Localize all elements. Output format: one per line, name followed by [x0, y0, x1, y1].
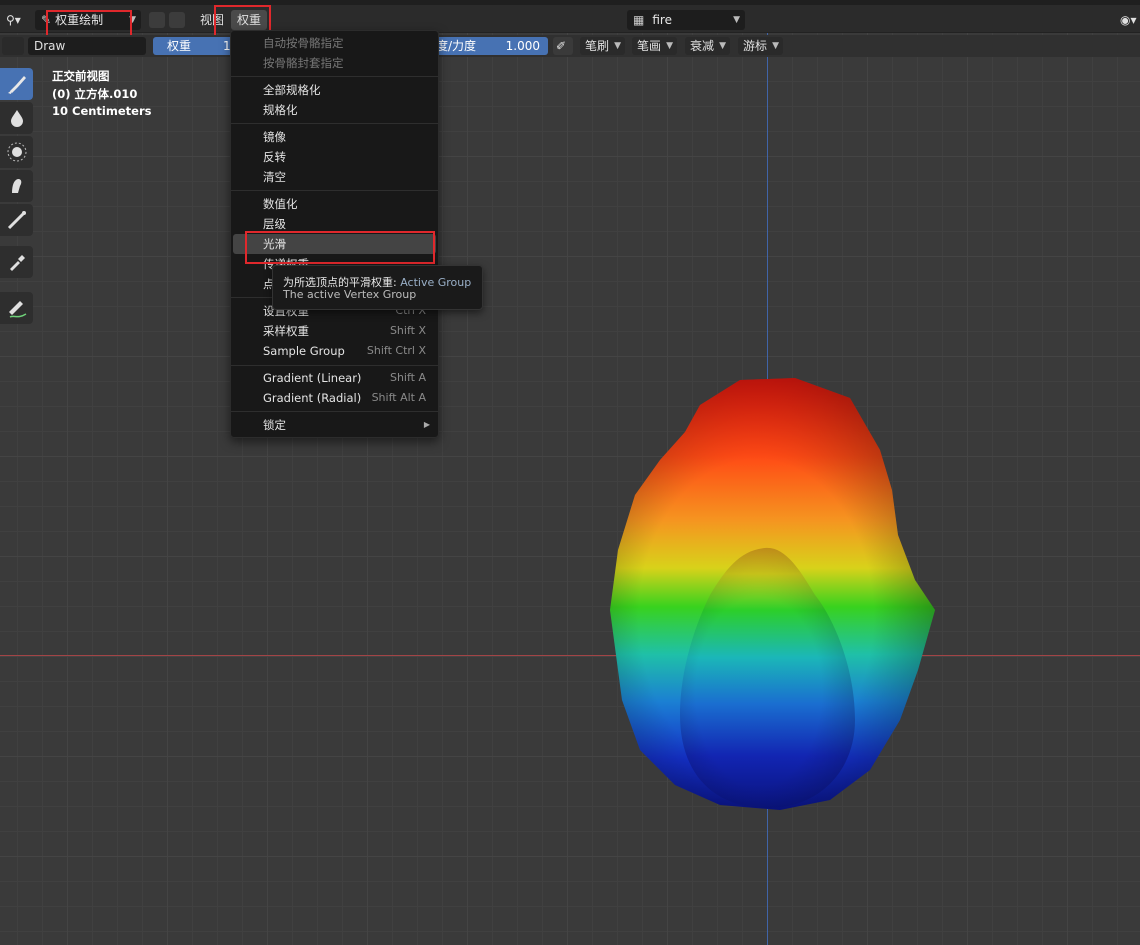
weight-slider[interactable]: 权重 1 [153, 37, 233, 55]
smooth-tooltip: 为所选顶点的平滑权重: Active Group The active Vert… [272, 265, 483, 310]
draw-brush-icon[interactable] [0, 68, 33, 100]
top-strip [0, 0, 1140, 5]
menu-item-label: 锁定 [263, 418, 286, 432]
weight-label: 权重 [167, 39, 192, 53]
menu-separator [231, 76, 438, 77]
brush-menu-label: 笔刷 [585, 39, 610, 53]
menu-separator [231, 123, 438, 124]
stroke-menu-label: 笔画 [637, 39, 662, 53]
menu-item-label: 规格化 [263, 103, 298, 117]
brush-name-field[interactable]: Draw [28, 37, 146, 55]
menu-item-shortcut: Shift A [389, 371, 426, 384]
menu-item-label: Gradient (Radial) [263, 391, 362, 405]
object-name: fire [652, 13, 672, 27]
menu-separator [231, 365, 438, 366]
menu-item-gradient-linear[interactable]: Gradient (Linear) Shift A [233, 368, 436, 388]
menu-separator [231, 190, 438, 191]
strength-label: 度/力度 [436, 39, 477, 53]
tool-shelf [0, 66, 34, 328]
weight-painted-mesh[interactable] [600, 370, 940, 815]
menu-item-label: 数值化 [263, 197, 298, 211]
menu-item-label: 自动按骨骼指定 [263, 36, 344, 50]
menu-item-label: Sample Group [263, 344, 345, 358]
menu-item-label: 镜像 [263, 130, 286, 144]
menu-item-mirror[interactable]: 镜像 [233, 127, 436, 147]
chevron-down-icon: ▼ [772, 41, 780, 51]
mask-face-icon[interactable] [149, 12, 165, 28]
menu-item-clean[interactable]: 清空 [233, 167, 436, 187]
mask-vertex-icon[interactable] [169, 12, 185, 28]
menu-item-sample-weight[interactable]: 采样权重 Shift X [233, 321, 436, 341]
view-name: 正交前视图 [52, 69, 110, 83]
menu-separator [231, 411, 438, 412]
tooltip-line2: The active Vertex Group [283, 288, 417, 301]
menu-item-label: Gradient (Linear) [263, 371, 362, 385]
x-axis-line [0, 655, 1140, 656]
vertex-group-icon: ▦ [633, 13, 645, 27]
strength-slider[interactable]: 度/力度 1.000 [430, 37, 548, 55]
cursor-menu-label: 游标 [743, 39, 768, 53]
annotate-icon[interactable] [0, 292, 33, 324]
tool-settings-bar: Draw 权重 1 度/力度 1.000 ✐ 笔刷 ▼ 笔画 ▼ 衰减 ▼ 游标 ▼ [0, 35, 1140, 57]
brush-menu[interactable]: 笔刷 ▼ [580, 37, 626, 55]
visibility-icon[interactable]: ◉▾ [1114, 10, 1140, 30]
menu-item-invert[interactable]: 反转 [233, 147, 436, 167]
3d-viewport[interactable] [0, 0, 1140, 945]
menu-item-quantize[interactable]: 数值化 [233, 194, 436, 214]
menu-item-gradient-radial[interactable]: Gradient (Radial) Shift Alt A [233, 388, 436, 408]
menu-item-label: 反转 [263, 150, 286, 164]
object-selector[interactable]: ▦ fire ▼ [627, 10, 745, 30]
menu-item-label: 清空 [263, 170, 286, 184]
chevron-down-icon: ▼ [733, 15, 740, 25]
strength-value: 1.000 [505, 39, 540, 53]
menu-item-label: 全部规格化 [263, 83, 321, 97]
submenu-arrow-icon: ▶ [423, 420, 430, 429]
chevron-down-icon: ▼ [719, 41, 727, 51]
object-info: (0) 立方体.010 [52, 87, 138, 101]
menu-item-label: 层级 [263, 217, 286, 231]
brush-preview-icon[interactable] [2, 37, 24, 55]
blur-icon[interactable] [0, 102, 33, 134]
editor-type-icon[interactable]: ⚲▾ [0, 10, 27, 30]
smear-icon[interactable] [0, 170, 33, 202]
menu-item-shortcut: Shift Alt A [371, 391, 426, 404]
gradient-icon[interactable] [0, 204, 33, 236]
sample-weight-icon[interactable] [0, 246, 33, 278]
menu-item-normalize-all[interactable]: 全部规格化 [233, 80, 436, 100]
menu-item-shortcut: Shift X [389, 324, 426, 337]
chevron-down-icon: ▼ [614, 41, 622, 51]
cursor-menu[interactable]: 游标 ▼ [738, 37, 784, 55]
menu-item-label: 采样权重 [263, 324, 309, 338]
menu-item-assign-bone-auto[interactable]: 自动按骨骼指定 [233, 33, 436, 53]
falloff-menu[interactable]: 衰减 ▼ [685, 37, 731, 55]
scale-info: 10 Centimeters [52, 104, 152, 118]
menu-item-lock[interactable]: 锁定 ▶ [233, 415, 436, 435]
highlight-smooth-box [245, 231, 435, 264]
menu-item-label: 按骨骼封套指定 [263, 56, 344, 70]
viewport-header: ⚲▾ ✎ 权重绘制 ▼ 视图 权重 ▦ fire ▼ ◉▾ [0, 0, 1140, 33]
menu-item-assign-bone-envelope[interactable]: 按骨骼封套指定 [233, 53, 436, 73]
menu-item-sample-group[interactable]: Sample Group Shift Ctrl X [233, 341, 436, 361]
stroke-menu[interactable]: 笔画 ▼ [632, 37, 678, 55]
chevron-down-icon: ▼ [666, 41, 674, 51]
average-icon[interactable] [0, 136, 33, 168]
falloff-menu-label: 衰减 [690, 39, 715, 53]
menu-item-shortcut: Shift Ctrl X [366, 344, 426, 357]
pressure-icon[interactable]: ✐ [553, 37, 573, 55]
menu-item-normalize[interactable]: 规格化 [233, 100, 436, 120]
